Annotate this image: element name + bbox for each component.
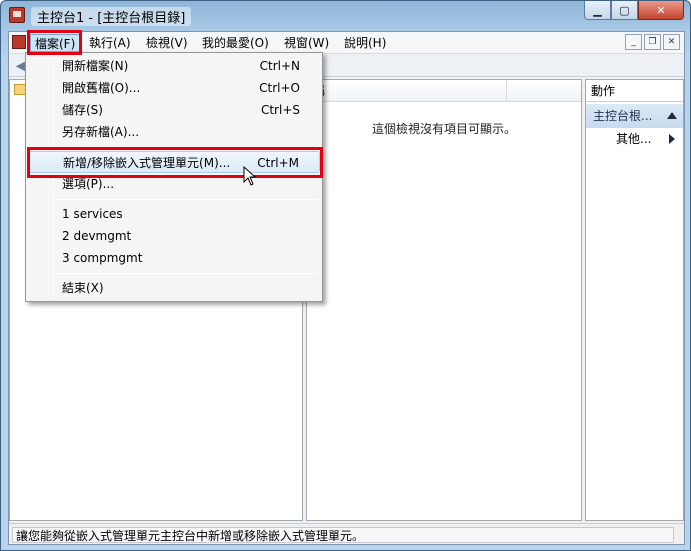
minimize-icon: ▁ [593,3,602,17]
menu-item-shortcut: Ctrl+O [259,81,300,95]
menu-item-save-as[interactable]: 另存新檔(A)... [28,121,320,143]
minimize-icon: _ [631,37,636,47]
menu-item-label: 儲存(S) [62,103,103,117]
menu-item-recent-3[interactable]: 3 compmgmt [28,247,320,269]
menu-bar: 檔案(F) 執行(A) 檢視(V) 我的最愛(O) 視窗(W) 說明(H) _ … [9,32,684,54]
mmc-app-icon[interactable] [9,7,25,23]
highlight-add-remove-snapin [27,147,323,178]
title-bar[interactable]: 主控台1 - [主控台根目錄] ▁ ▢ ✕ [1,1,690,29]
menu-help[interactable]: 說明(H) [340,34,390,52]
menu-separator [56,273,318,274]
menu-item-label: 開啟舊檔(O)... [62,81,141,95]
menu-item-shortcut: Ctrl+N [259,59,300,73]
status-text: 讓您能夠從嵌入式管理單元主控台中新增或移除嵌入式管理單元。 [12,527,674,543]
menu-item-label: 結束(X) [62,281,104,295]
menu-item-save[interactable]: 儲存(S) Ctrl+S [28,99,320,121]
child-minimize-button[interactable]: _ [625,34,642,50]
menu-item-new[interactable]: 開新檔案(N) Ctrl+N [28,55,320,77]
caption-buttons: ▁ ▢ ✕ [584,1,684,21]
close-icon: ✕ [656,3,666,17]
menu-favorites[interactable]: 我的最愛(O) [198,34,273,52]
actions-more[interactable]: 其他... [586,128,683,150]
menu-item-label: 另存新檔(A)... [62,125,140,139]
status-bar: 讓您能夠從嵌入式管理單元主控台中新增或移除嵌入式管理單元。 [9,523,684,544]
close-icon: ✕ [667,37,676,47]
close-button[interactable]: ✕ [638,1,684,20]
menu-action[interactable]: 執行(A) [85,34,135,52]
maximize-icon: ▢ [619,3,630,17]
child-window-buttons: _ ❐ ✕ [625,34,680,50]
result-pane[interactable]: 稱 這個檢視沒有項目可顯示。 [306,79,582,521]
empty-message: 這個檢視沒有項目可顯示。 [371,122,516,136]
menu-item-label: 3 compmgmt [62,251,143,265]
actions-group-console-root[interactable]: 主控台根... [586,104,683,128]
menu-separator [56,199,318,200]
name-column-header[interactable]: 稱 [307,80,507,102]
mouse-cursor-icon [243,166,257,186]
actions-more-label: 其他... [616,132,652,146]
minimize-button[interactable]: ▁ [584,1,611,20]
highlight-file-menu [27,30,82,55]
menu-window[interactable]: 視窗(W) [280,34,333,52]
menu-item-exit[interactable]: 結束(X) [28,277,320,299]
actions-pane: 動作 主控台根... 其他... [585,79,684,521]
submenu-arrow-icon [669,134,675,144]
menu-item-recent-2[interactable]: 2 devmgmt [28,225,320,247]
menu-item-open[interactable]: 開啟舊檔(O)... Ctrl+O [28,77,320,99]
menu-item-label: 1 services [62,207,123,221]
actions-group-label: 主控台根... [593,109,653,123]
child-restore-button[interactable]: ❐ [644,34,661,50]
list-header: 稱 [307,80,581,102]
restore-icon: ❐ [648,37,657,47]
console-icon[interactable] [12,35,26,49]
collapse-arrow-icon[interactable] [667,112,677,119]
menu-item-recent-1[interactable]: 1 services [28,203,320,225]
menu-view[interactable]: 檢視(V) [142,34,192,52]
window-title: 主控台1 - [主控台根目錄] [31,7,192,26]
menu-item-shortcut: Ctrl+S [260,103,300,117]
child-close-button[interactable]: ✕ [663,34,680,50]
menu-item-label: 2 devmgmt [62,229,132,243]
actions-header: 動作 [586,80,683,102]
maximize-button[interactable]: ▢ [611,1,638,20]
menu-item-label: 開新檔案(N) [62,59,129,73]
